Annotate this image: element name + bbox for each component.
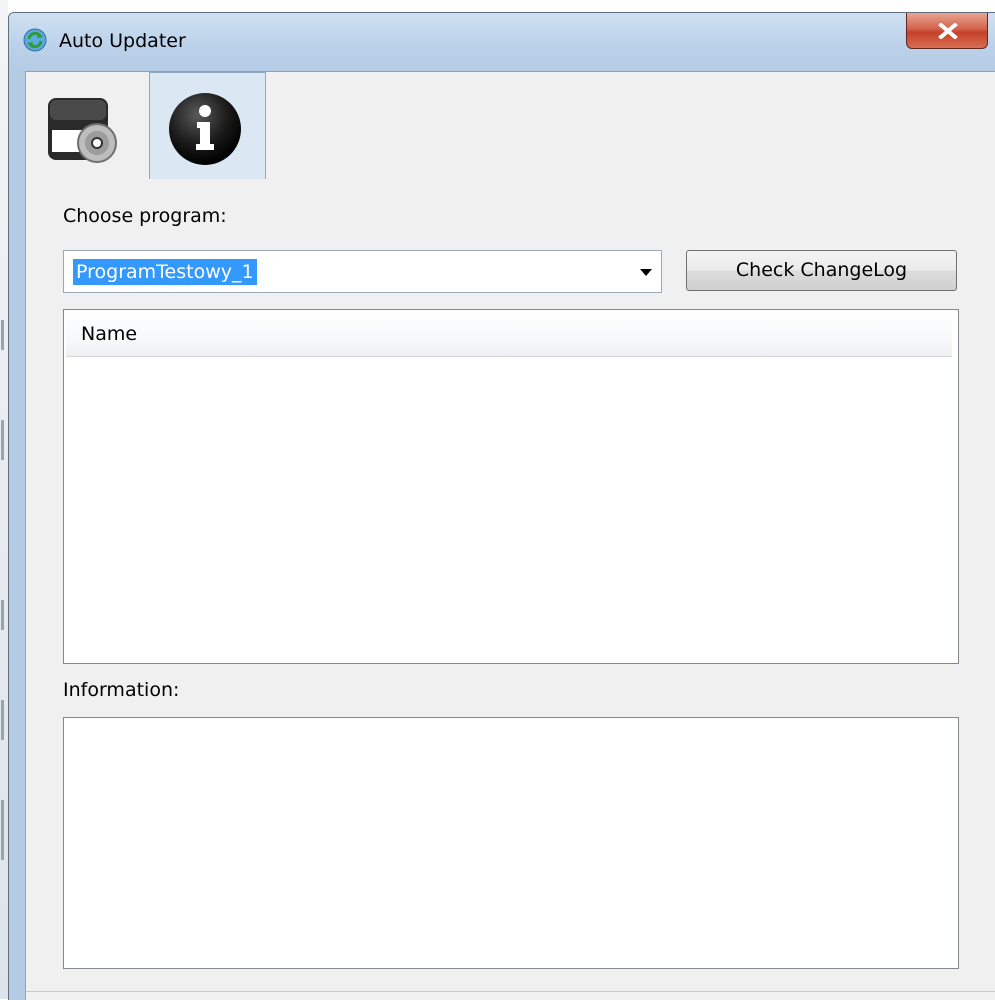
program-list[interactable]: Name: [63, 309, 959, 664]
program-selected-value: ProgramTestowy_1: [73, 259, 257, 285]
choose-program-label: Choose program:: [63, 205, 227, 227]
close-icon: [938, 23, 958, 39]
list-header[interactable]: Name: [66, 312, 952, 357]
tab-install[interactable]: [31, 75, 148, 179]
tab-strip: [26, 72, 995, 180]
chevron-down-icon[interactable]: [640, 269, 652, 276]
information-textbox[interactable]: [63, 717, 959, 969]
information-label: Information:: [63, 679, 180, 701]
close-button[interactable]: [906, 13, 988, 49]
info-panel: Choose program: ProgramTestowy_1 Check C…: [26, 179, 995, 1000]
tab-info[interactable]: [149, 72, 266, 180]
desktop-edge: [0, 0, 8, 999]
window-title: Auto Updater: [59, 30, 186, 52]
refresh-icon: [23, 28, 47, 52]
info-icon: [169, 93, 241, 165]
install-disc-icon: [48, 98, 117, 163]
app-window: Auto Updater Choose program: ProgramTest…: [8, 12, 995, 1000]
title-bar[interactable]: Auto Updater: [9, 13, 995, 71]
client-area: Choose program: ProgramTestowy_1 Check C…: [25, 71, 995, 1000]
program-combobox[interactable]: ProgramTestowy_1: [63, 250, 662, 293]
column-name[interactable]: Name: [81, 323, 137, 345]
check-changelog-button[interactable]: Check ChangeLog: [686, 250, 957, 291]
